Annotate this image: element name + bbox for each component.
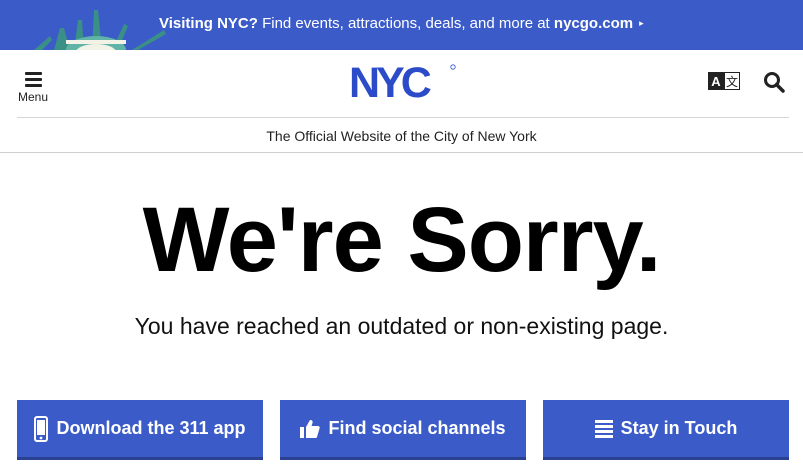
promo-banner[interactable]: Visiting NYC? Find events, attractions, … xyxy=(0,0,803,50)
svg-text:A: A xyxy=(711,74,721,89)
error-subtext: You have reached an outdated or non-exis… xyxy=(134,313,669,339)
find-social-channels-button[interactable]: Find social channels xyxy=(280,400,526,460)
find-social-channels-label: Find social channels xyxy=(328,418,506,438)
site-tagline: The Official Website of the City of New … xyxy=(266,128,537,144)
download-311-app-button[interactable]: Download the 311 app xyxy=(17,400,263,460)
stay-in-touch-button[interactable]: Stay in Touch xyxy=(543,400,789,460)
hamburger-icon xyxy=(16,72,50,87)
promo-lead: Visiting NYC? xyxy=(159,15,258,32)
thumbs-up-icon xyxy=(300,419,321,439)
search-icon[interactable] xyxy=(763,71,785,93)
caret-right-icon: ▸ xyxy=(639,18,644,28)
promo-body: Find events, attractions, deals, and mor… xyxy=(257,15,554,32)
error-headline: We're Sorry. xyxy=(142,189,662,291)
translate-icon[interactable]: A 文 xyxy=(708,72,740,90)
nyc-logo[interactable]: NYC xyxy=(349,63,457,101)
tagline-bar: The Official Website of the City of New … xyxy=(0,118,803,153)
phone-icon xyxy=(34,415,49,442)
nyc-logo-text: NYC xyxy=(349,63,431,101)
promo-text[interactable]: Visiting NYC? Find events, attractions, … xyxy=(159,15,644,32)
list-icon xyxy=(594,419,613,439)
menu-label: Menu xyxy=(17,90,49,104)
svg-text:文: 文 xyxy=(726,74,738,89)
stay-in-touch-label: Stay in Touch xyxy=(620,418,738,438)
menu-button[interactable]: Menu xyxy=(16,72,50,104)
site-header: Menu NYC A 文 xyxy=(0,50,803,118)
promo-link[interactable]: nycgo.com xyxy=(554,15,633,32)
download-311-app-label: Download the 311 app xyxy=(56,418,246,438)
